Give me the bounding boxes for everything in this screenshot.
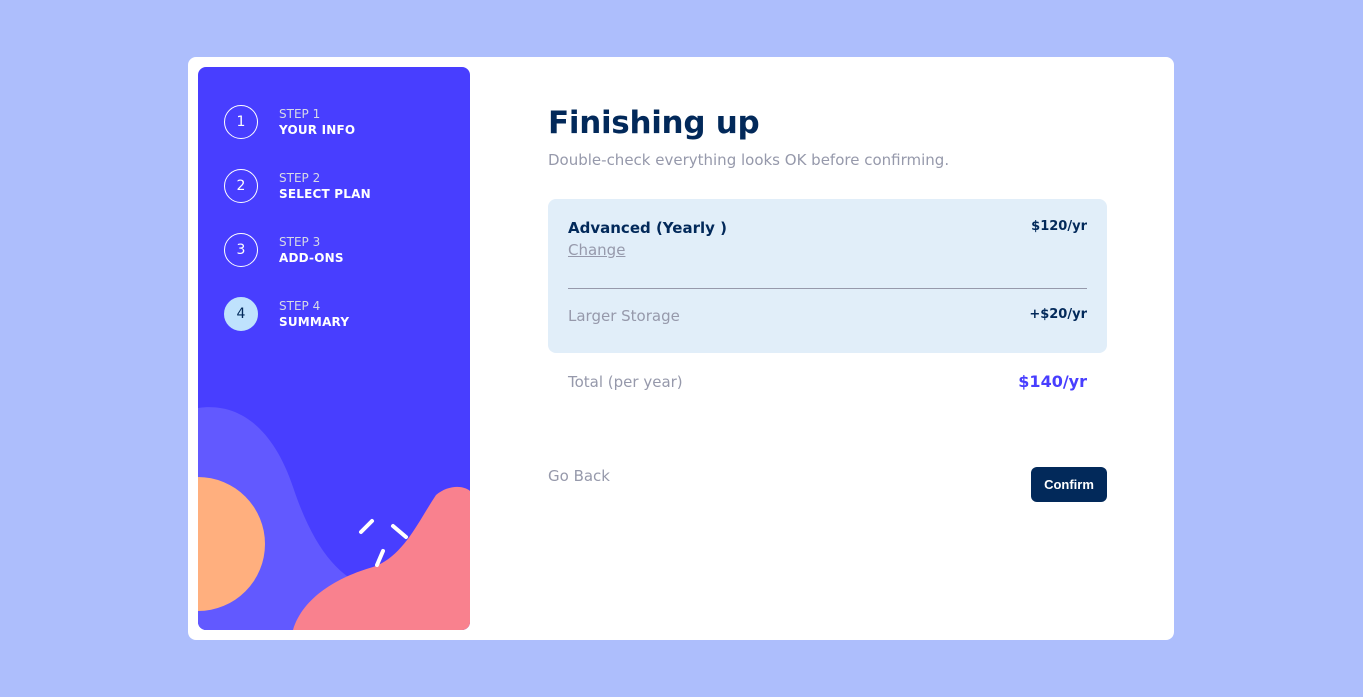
form-card: 1 STEP 1 YOUR INFO 2 STEP 2 SELECT PLAN … xyxy=(188,57,1174,640)
step-text: STEP 3 ADD-ONS xyxy=(279,234,344,267)
steps-sidebar: 1 STEP 1 YOUR INFO 2 STEP 2 SELECT PLAN … xyxy=(198,67,470,630)
step-kicker: STEP 3 xyxy=(279,234,321,249)
step-item-2[interactable]: 2 STEP 2 SELECT PLAN xyxy=(224,169,371,203)
step-title: SELECT PLAN xyxy=(279,186,371,201)
confirm-button[interactable]: Confirm xyxy=(1031,467,1107,502)
step-kicker: STEP 4 xyxy=(279,298,321,313)
step-number-badge-active: 4 xyxy=(224,297,258,331)
confetti-mark-3 xyxy=(375,549,385,567)
plan-price: $120/yr xyxy=(1031,219,1087,234)
sidebar-background-illustration xyxy=(198,407,470,630)
summary-divider xyxy=(568,288,1087,289)
total-price: $140/yr xyxy=(1018,372,1087,391)
order-summary-box: Advanced (Yearly ) Change $120/yr Larger… xyxy=(548,199,1107,353)
step-item-1[interactable]: 1 STEP 1 YOUR INFO xyxy=(224,105,355,139)
plan-name: Advanced (Yearly ) xyxy=(568,219,727,237)
addon-price: +$20/yr xyxy=(1029,307,1087,322)
step-text: STEP 2 SELECT PLAN xyxy=(279,170,371,203)
page-title: Finishing up xyxy=(548,105,760,141)
go-back-button[interactable]: Go Back xyxy=(548,466,610,486)
page-subtitle: Double-check everything looks OK before … xyxy=(548,151,950,169)
step-text: STEP 1 YOUR INFO xyxy=(279,106,355,139)
change-plan-link[interactable]: Change xyxy=(568,240,625,260)
step-kicker: STEP 1 xyxy=(279,106,321,121)
step-title: YOUR INFO xyxy=(279,122,356,137)
step-text: STEP 4 SUMMARY xyxy=(279,298,349,331)
addon-name: Larger Storage xyxy=(568,307,680,325)
step-item-3[interactable]: 3 STEP 3 ADD-ONS xyxy=(224,233,344,267)
step-item-4[interactable]: 4 STEP 4 SUMMARY xyxy=(224,297,349,331)
step-number-badge: 3 xyxy=(224,233,258,267)
confetti-mark-2 xyxy=(391,524,408,539)
summary-step-content: Finishing up Double-check everything loo… xyxy=(548,57,1107,640)
step-title: SUMMARY xyxy=(279,314,350,329)
step-number-badge: 1 xyxy=(224,105,258,139)
total-label: Total (per year) xyxy=(568,373,683,391)
step-number-badge: 2 xyxy=(224,169,258,203)
step-kicker: STEP 2 xyxy=(279,170,321,185)
step-title: ADD-ONS xyxy=(279,250,344,265)
confetti-mark-1 xyxy=(359,519,374,534)
